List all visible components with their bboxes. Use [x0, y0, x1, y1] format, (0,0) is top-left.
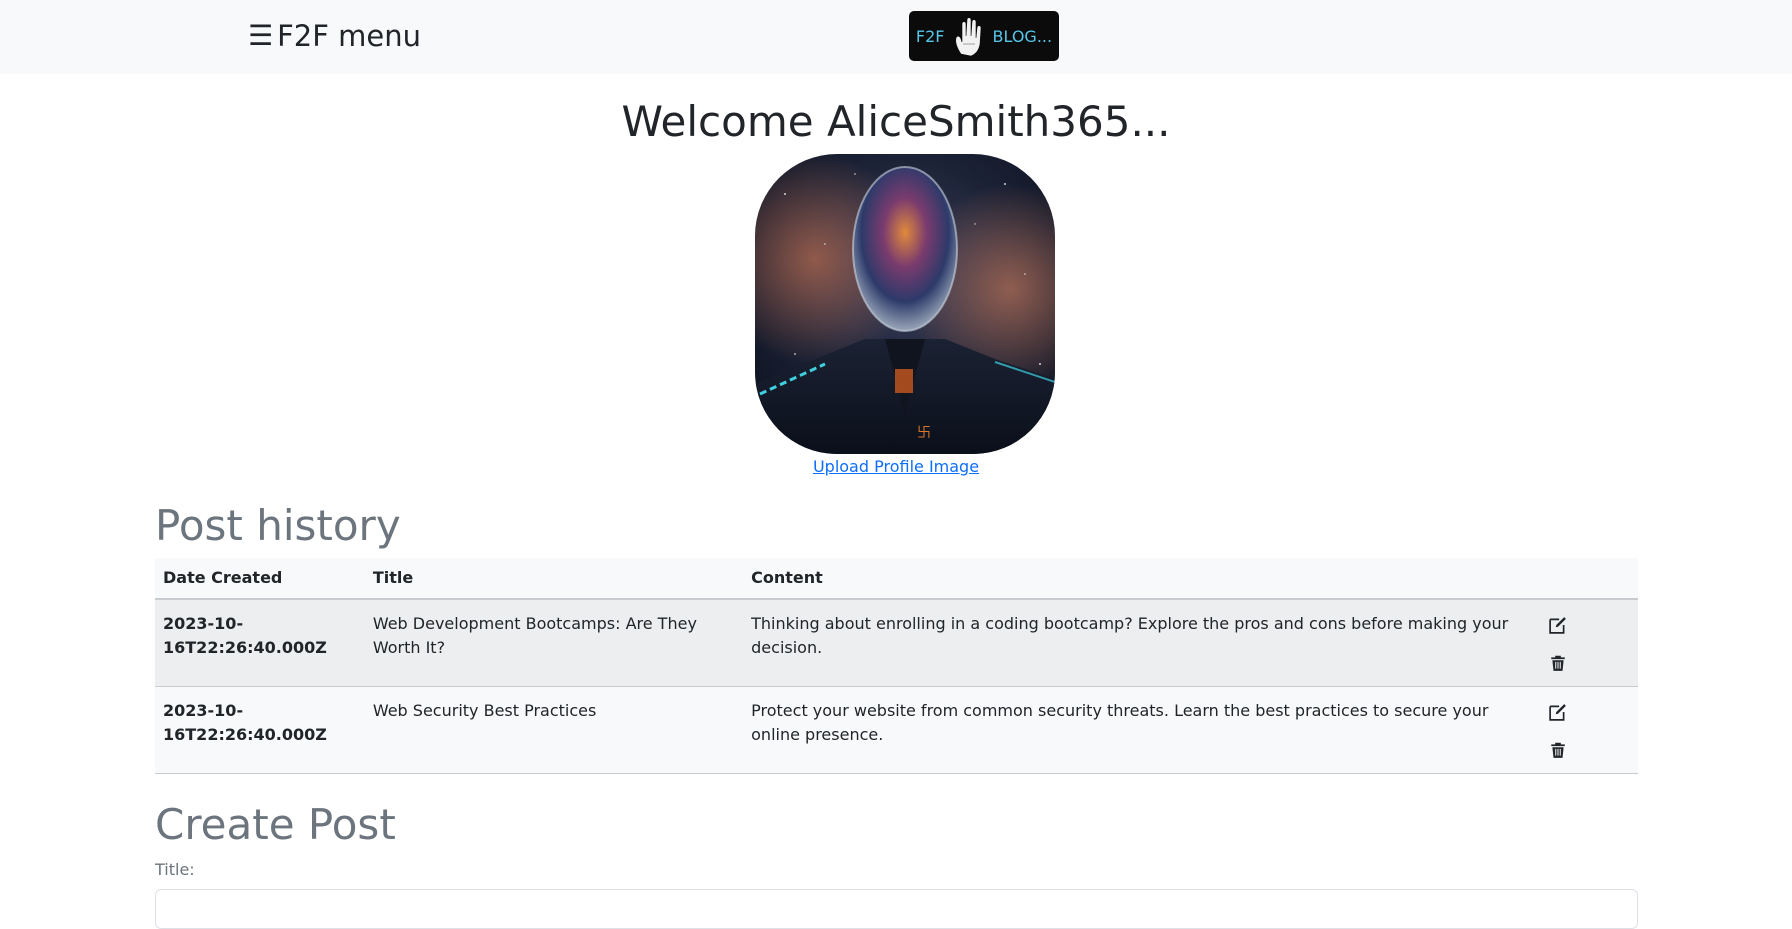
brand-logo[interactable]: F2F BLOG...: [909, 11, 1059, 61]
post-content: Protect your website from common securit…: [743, 686, 1542, 774]
title-input[interactable]: [155, 889, 1638, 929]
post-actions: [1541, 686, 1638, 774]
menu-label: F2F menu: [277, 19, 421, 53]
hand-icon: [954, 17, 981, 57]
post-history-table: Date Created Title Content 2023-10-16T22…: [155, 558, 1638, 774]
column-header-title: Title: [364, 558, 744, 600]
post-history-heading: Post history: [155, 501, 401, 550]
column-header-actions: [1541, 558, 1638, 600]
post-title: Web Development Bootcamps: Are They Wort…: [364, 599, 744, 687]
profile-avatar: 卐: [755, 154, 1055, 454]
upload-profile-image-link[interactable]: Upload Profile Image: [813, 457, 979, 476]
avatar-image: 卐: [755, 154, 1055, 454]
post-content: Thinking about enrolling in a coding boo…: [743, 599, 1542, 687]
trash-icon[interactable]: [1549, 741, 1567, 759]
table-header-row: Date Created Title Content: [155, 558, 1638, 600]
edit-icon[interactable]: [1549, 616, 1567, 634]
trash-icon[interactable]: [1549, 654, 1567, 672]
table-row: 2023-10-16T22:26:40.000Z Web Development…: [155, 599, 1638, 687]
logo-text-right: BLOG...: [992, 26, 1053, 46]
post-actions: [1541, 599, 1638, 687]
logo-text-left: F2F: [915, 26, 945, 46]
welcome-heading: Welcome AliceSmith365...: [621, 97, 1171, 146]
title-field-label: Title:: [155, 860, 195, 879]
svg-text:卐: 卐: [917, 425, 931, 441]
hamburger-icon: ☰: [248, 19, 274, 52]
table-row: 2023-10-16T22:26:40.000Z Web Security Be…: [155, 686, 1638, 774]
post-date: 2023-10-16T22:26:40.000Z: [155, 599, 365, 687]
edit-icon[interactable]: [1549, 703, 1567, 721]
post-title: Web Security Best Practices: [364, 686, 744, 774]
menu-toggle-button[interactable]: ☰ F2F menu: [248, 16, 421, 56]
column-header-content: Content: [743, 558, 1542, 600]
create-post-heading: Create Post: [155, 800, 396, 849]
column-header-date: Date Created: [155, 558, 365, 600]
upload-link-wrapper: Upload Profile Image: [0, 456, 1792, 478]
top-navbar: ☰ F2F menu F2F BLOG...: [0, 0, 1792, 74]
post-date: 2023-10-16T22:26:40.000Z: [155, 686, 365, 774]
